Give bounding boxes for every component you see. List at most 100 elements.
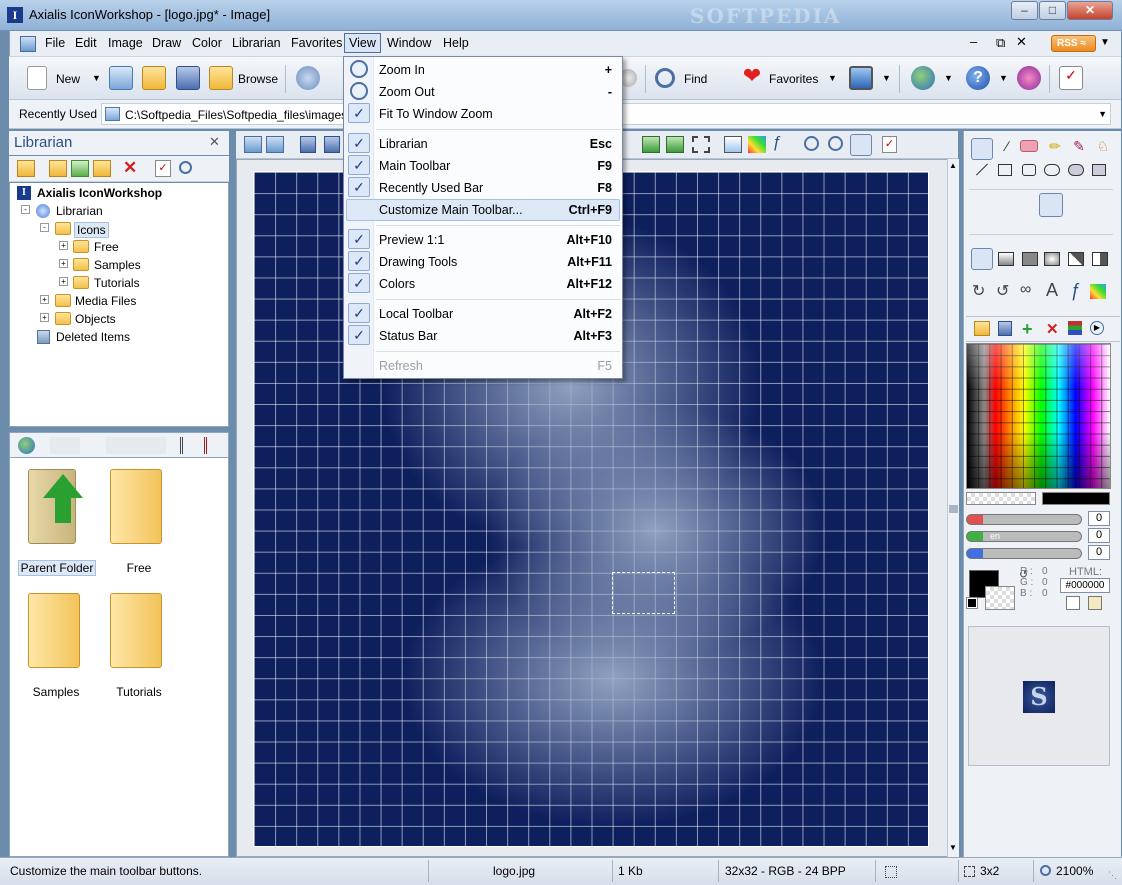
warp-icon[interactable]: ∞ <box>1020 281 1031 299</box>
expand-icon[interactable]: + <box>59 277 68 286</box>
open-folder-icon[interactable] <box>142 66 166 90</box>
shape-style-center-icon[interactable] <box>1044 252 1060 266</box>
save-icon[interactable] <box>300 136 316 153</box>
menu-color[interactable]: Color <box>189 35 225 51</box>
add-color-icon[interactable]: + <box>1022 319 1033 340</box>
pencil-icon[interactable]: ✏ <box>1044 138 1066 160</box>
copy-color-icon[interactable] <box>1066 596 1080 610</box>
color-adjust-icon[interactable] <box>748 136 766 153</box>
selection-marquee[interactable] <box>612 572 675 614</box>
menu-librarian[interactable]: Librarian <box>229 35 284 51</box>
shape-style-outline-icon[interactable] <box>971 248 993 270</box>
menu-window[interactable]: Window <box>384 35 434 51</box>
preview-icon[interactable] <box>724 136 742 153</box>
menu-file[interactable]: File <box>42 35 68 51</box>
eyedropper-icon[interactable]: ∕ <box>996 138 1018 160</box>
ellipse-tool-icon[interactable] <box>1044 164 1060 176</box>
menu-item-zoom-in[interactable]: Zoom In <box>379 63 425 77</box>
shape-style-vertical-icon[interactable] <box>1092 252 1108 266</box>
rect-tool-icon[interactable] <box>998 164 1012 176</box>
undo-icon[interactable] <box>296 66 320 90</box>
search-icon[interactable] <box>179 161 192 174</box>
import-icon[interactable] <box>244 136 262 153</box>
red-value-input[interactable]: 0 <box>1088 511 1110 526</box>
delete-color-icon[interactable]: ✕ <box>1046 320 1059 338</box>
menu-item-recently-used-bar[interactable]: Recently Used Bar <box>379 181 483 195</box>
chevron-down-icon[interactable]: ▼ <box>1098 109 1107 119</box>
resize-grip-icon[interactable]: ⋱ <box>1108 870 1117 881</box>
menu-item-librarian[interactable]: Librarian <box>379 137 428 151</box>
menu-item-refresh[interactable]: Refresh <box>379 359 423 373</box>
maximize-button[interactable]: □ <box>1039 1 1066 20</box>
expand-icon[interactable]: + <box>59 259 68 268</box>
menu-item-colors[interactable]: Colors <box>379 277 415 291</box>
properties-icon[interactable]: ✓ <box>155 160 171 177</box>
find-icon[interactable] <box>655 68 675 88</box>
new-button-label[interactable]: New <box>56 72 80 86</box>
scroll-up-icon[interactable]: ▲ <box>949 161 957 170</box>
open-icon[interactable] <box>109 66 133 90</box>
tree-node-objects[interactable]: Objects <box>75 312 116 326</box>
menu-item-status-bar[interactable]: Status Bar <box>379 329 437 343</box>
new-icon[interactable] <box>27 66 47 90</box>
zoom-out-icon[interactable] <box>828 136 843 151</box>
paste-color-icon[interactable] <box>1088 596 1102 610</box>
shape-style-diagonal-icon[interactable] <box>1068 252 1084 266</box>
chevron-down-icon[interactable]: ▼ <box>944 73 953 83</box>
chevron-down-icon[interactable]: ▼ <box>999 73 1008 83</box>
browse-icon[interactable] <box>209 66 233 90</box>
transparent-swatch[interactable] <box>966 492 1036 505</box>
zoom-in-icon[interactable] <box>804 136 819 151</box>
palette-menu-icon[interactable] <box>1068 321 1082 335</box>
menu-help[interactable]: Help <box>440 35 472 51</box>
green-value-input[interactable]: 0 <box>1088 528 1110 543</box>
expand-icon[interactable]: + <box>40 313 49 322</box>
globe-icon[interactable] <box>18 437 35 454</box>
tree-node-free[interactable]: Free <box>94 240 119 254</box>
chevron-down-icon[interactable]: ▼ <box>92 73 101 83</box>
copy-icon[interactable] <box>50 437 80 454</box>
tree-node-librarian[interactable]: Librarian <box>56 204 103 218</box>
mdi-minimize-button[interactable]: – <box>970 34 977 49</box>
parent-folder-thumbnail[interactable]: Parent Folder <box>15 466 97 576</box>
vertical-scrollbar[interactable]: ▲ ▼ <box>947 159 959 857</box>
scroll-thumb[interactable] <box>949 505 958 513</box>
color-palette-grid[interactable] <box>966 343 1111 489</box>
tutorials-folder-thumbnail[interactable]: Tutorials <box>98 590 180 699</box>
brush-icon[interactable]: ✎ <box>1068 138 1090 160</box>
line-tool-icon[interactable] <box>975 163 989 176</box>
free-folder-thumbnail[interactable]: Free <box>98 466 180 575</box>
samples-folder-thumbnail[interactable]: Samples <box>15 590 97 699</box>
menu-item-customize-main-toolbar[interactable]: Customize Main Toolbar... <box>379 203 523 217</box>
chevron-down-icon[interactable]: ▼ <box>828 73 837 83</box>
brush-size-selected[interactable] <box>1039 193 1063 217</box>
checklist-icon[interactable]: ✓ <box>1059 66 1083 90</box>
tree-node-root[interactable]: Axialis IconWorkshop <box>37 186 162 200</box>
shape-style-fill-icon[interactable] <box>1022 252 1038 266</box>
menu-item-zoom-out[interactable]: Zoom Out <box>379 85 435 99</box>
new-folder-icon[interactable] <box>49 160 67 177</box>
image-add-icon[interactable] <box>642 136 660 153</box>
save-palette-icon[interactable] <box>998 321 1012 336</box>
sort-icon[interactable] <box>180 437 196 454</box>
rss-button[interactable]: RSS ≈ <box>1051 35 1096 52</box>
view-mode-icon[interactable] <box>204 437 220 454</box>
help-icon[interactable]: ? <box>966 66 990 90</box>
checklist-icon[interactable]: ✓ <box>882 136 897 153</box>
favorites-button-label[interactable]: Favorites <box>769 72 818 86</box>
color-effects-icon[interactable] <box>1090 284 1106 299</box>
crop-icon[interactable] <box>692 136 710 153</box>
reset-colors-icon[interactable] <box>966 597 978 609</box>
mdi-close-button[interactable]: ✕ <box>1016 34 1027 50</box>
rotate-icon[interactable]: ↺ <box>996 281 1009 301</box>
download-icon[interactable] <box>1017 66 1041 90</box>
paste-icon[interactable] <box>106 437 166 454</box>
find-button-label[interactable]: Find <box>684 72 707 86</box>
close-button[interactable]: ✕ <box>1067 1 1113 20</box>
menu-item-preview[interactable]: Preview 1:1 <box>379 233 444 247</box>
resize-icon[interactable] <box>666 136 684 153</box>
edit-folder-icon[interactable] <box>93 160 111 177</box>
effects-tool-icon[interactable]: ƒ <box>1070 280 1080 301</box>
minimize-button[interactable]: – <box>1011 1 1038 20</box>
save-as-icon[interactable] <box>324 136 340 153</box>
